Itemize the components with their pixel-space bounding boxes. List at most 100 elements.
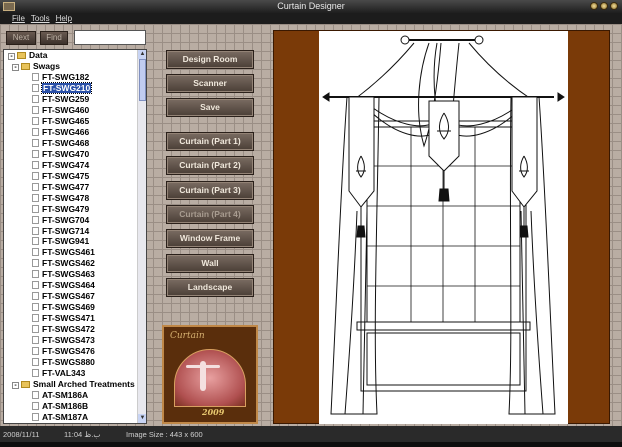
document-icon — [32, 270, 39, 279]
menu-tools[interactable]: Tools — [31, 13, 50, 24]
scanner-button[interactable]: Scanner — [166, 74, 254, 93]
tree-leaf-item[interactable]: FT-SWG477 — [4, 182, 146, 193]
close-button[interactable] — [610, 2, 618, 10]
tree-leaf-item[interactable]: AT-SM186A — [4, 390, 146, 401]
tree-leaf-item[interactable]: FT-SWG460 — [4, 105, 146, 116]
logo-script-text: Curtain — [170, 331, 205, 341]
find-button[interactable]: Find — [40, 31, 68, 45]
tree-item-label: FT-SWG475 — [42, 170, 90, 181]
tree-leaf-item[interactable]: FT-SWG474 — [4, 160, 146, 171]
document-icon — [32, 193, 39, 202]
tree-leaf-item[interactable]: FT-SWGS469 — [4, 302, 146, 313]
tree-node-small-arched-treatments[interactable]: - Small Arched Treatments — [4, 379, 146, 390]
document-icon — [32, 391, 39, 400]
tree-leaf-item[interactable]: FT-SWGS461 — [4, 247, 146, 258]
document-icon — [32, 171, 39, 180]
save-button[interactable]: Save — [166, 98, 254, 117]
scroll-down-arrow-icon[interactable]: ▼ — [138, 414, 146, 423]
curtain-part-3-button[interactable]: Curtain (Part 3) — [166, 181, 254, 200]
maximize-button[interactable] — [600, 2, 608, 10]
tree-scrollbar[interactable]: ▲ ▼ — [137, 50, 146, 423]
tree-item-label: FT-SWGS469 — [42, 302, 95, 313]
tree-leaf-item[interactable]: FT-SWG714 — [4, 226, 146, 237]
tree-item-label: FT-SWGS461 — [42, 247, 95, 258]
document-icon — [32, 116, 39, 125]
collapse-toggle-icon[interactable]: - — [12, 382, 19, 390]
window-title: Curtain Designer — [277, 1, 345, 11]
tree-leaf-item[interactable]: FT-SWGS467 — [4, 291, 146, 302]
folder-icon — [17, 52, 26, 59]
document-icon — [32, 412, 39, 421]
tree-item-label: FT-SWG470 — [42, 148, 90, 159]
tree-leaf-item[interactable]: FT-SWG210 — [4, 81, 146, 94]
left-jabot — [348, 96, 375, 208]
tree-leaf-item[interactable]: FT-SWG466 — [4, 127, 146, 138]
status-image-size: Image Size : 443 x 600 — [126, 430, 203, 439]
item-tree[interactable]: - Data - Swags FT-SWG182 FT-SWG210 FT-SWG259 FT… — [3, 49, 147, 424]
tree-leaf-item[interactable]: FT-SWG479 — [4, 204, 146, 215]
landscape-button[interactable]: Landscape — [166, 278, 254, 297]
curtain-part-4-button[interactable]: Curtain (Part 4) — [166, 205, 254, 224]
tree-leaf-item[interactable]: FT-SWG182 — [4, 72, 146, 83]
tree-leaf-item[interactable]: FT-SWG468 — [4, 138, 146, 149]
tree-leaf-item[interactable]: AT-SM186B — [4, 401, 146, 412]
curtain-part-2-button[interactable]: Curtain (Part 2) — [166, 156, 254, 175]
tree-leaf-item[interactable]: FT-SWGS476 — [4, 346, 146, 357]
tree-leaf-item[interactable]: FT-SWG478 — [4, 193, 146, 204]
menu-help[interactable]: Help — [56, 13, 72, 24]
tree-item-label: FT-SWG941 — [42, 236, 90, 247]
tree-leaf-item[interactable]: FT-SWG704 — [4, 215, 146, 226]
tree-leaf-item[interactable]: FT-VAL343 — [4, 368, 146, 379]
tree-leaf-item[interactable]: FT-SWG941 — [4, 236, 146, 247]
wall-button[interactable]: Wall — [166, 254, 254, 273]
next-button[interactable]: Next — [6, 31, 36, 45]
design-room-button[interactable]: Design Room — [166, 50, 254, 69]
scroll-thumb[interactable] — [139, 59, 146, 101]
collapse-toggle-icon[interactable]: - — [12, 63, 19, 71]
scroll-up-arrow-icon[interactable]: ▲ — [138, 50, 146, 59]
document-icon — [32, 226, 39, 235]
tree-item-label: FT-SWG259 — [42, 93, 90, 104]
tree-rows: - Data - Swags FT-SWG182 FT-SWG210 FT-SWG259 FT… — [4, 50, 146, 423]
tree-item-label: FT-SWGS880 — [42, 357, 95, 368]
tree-item-label: FT-SWGS467 — [42, 291, 95, 302]
tree-item-label: FT-SWG465 — [42, 115, 90, 126]
tree-node-data[interactable]: - Data — [4, 50, 146, 61]
tree-node-swags[interactable]: - Swags — [4, 61, 146, 72]
minimize-button[interactable] — [590, 2, 598, 10]
tree-leaf-item[interactable]: FT-SWGS472 — [4, 324, 146, 335]
document-icon — [32, 138, 39, 147]
title-bar: Curtain Designer — [0, 0, 622, 13]
tree-leaf-item[interactable]: FT-SWG470 — [4, 149, 146, 160]
tree-leaf-item[interactable]: FT-SWGS463 — [4, 269, 146, 280]
tree-leaf-item[interactable]: FT-SWGS471 — [4, 313, 146, 324]
tree-item-label: FT-SWG479 — [42, 203, 90, 214]
document-icon — [32, 402, 39, 410]
tree-leaf-item[interactable]: FT-SWG259 — [4, 94, 146, 105]
tree-item-label: Data — [29, 50, 48, 60]
tree-leaf-item[interactable]: FT-SWGS464 — [4, 280, 146, 291]
status-bar: 2008/11/11 11:04 ب.ظ Image Size : 443 x … — [0, 426, 622, 447]
tree-item-label: FT-SWG460 — [42, 104, 90, 115]
tree-item-label: Small Arched Treatments — [33, 379, 135, 390]
tree-leaf-item[interactable]: FT-SWG475 — [4, 171, 146, 182]
document-icon — [32, 325, 39, 334]
menu-file[interactable]: File — [12, 13, 25, 24]
window-frame-button[interactable]: Window Frame — [166, 229, 254, 248]
tree-leaf-item[interactable]: FT-SWGS462 — [4, 258, 146, 269]
tree-leaf-item[interactable]: FT-SWG465 — [4, 116, 146, 127]
collapse-toggle-icon[interactable]: - — [8, 53, 15, 60]
tree-item-label: FT-SWG210 — [40, 81, 93, 94]
document-icon — [32, 369, 39, 378]
curtain-part-1-button[interactable]: Curtain (Part 1) — [166, 132, 254, 151]
tree-item-label: FT-SWG704 — [42, 214, 90, 225]
tree-leaf-item[interactable]: AT-SM187A — [4, 412, 146, 423]
tree-item-label: FT-SWGS476 — [42, 346, 95, 357]
search-input[interactable] — [74, 30, 146, 45]
tree-item-label: AT-SM186A — [42, 390, 89, 401]
tree-leaf-item[interactable]: FT-SWGS880 — [4, 357, 146, 368]
tree-leaf-item[interactable]: FT-SWGS473 — [4, 335, 146, 346]
upper-rod-finial-right — [474, 35, 484, 45]
document-icon — [32, 72, 39, 81]
tree-item-label: Swags — [33, 60, 60, 71]
